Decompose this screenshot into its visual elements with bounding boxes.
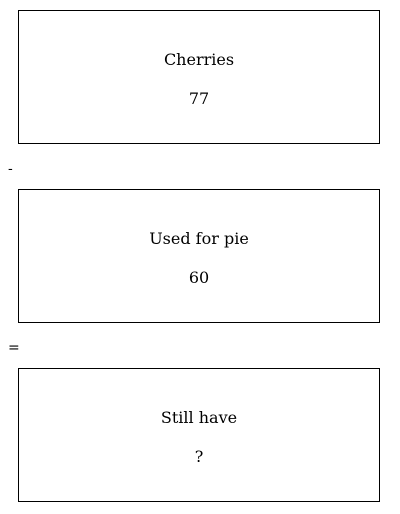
still-have-value: ? <box>194 447 204 466</box>
used-for-pie-box: Used for pie 60 <box>18 189 380 323</box>
equals-operator: = <box>8 340 20 356</box>
used-for-pie-value: 60 <box>188 268 210 287</box>
cherries-value: 77 <box>188 89 210 108</box>
still-have-box: Still have ? <box>18 368 380 502</box>
still-have-label: Still have <box>160 408 238 427</box>
cherries-label: Cherries <box>163 50 235 69</box>
used-for-pie-label: Used for pie <box>149 229 249 248</box>
minus-operator: - <box>8 161 13 177</box>
cherries-box: Cherries 77 <box>18 10 380 144</box>
